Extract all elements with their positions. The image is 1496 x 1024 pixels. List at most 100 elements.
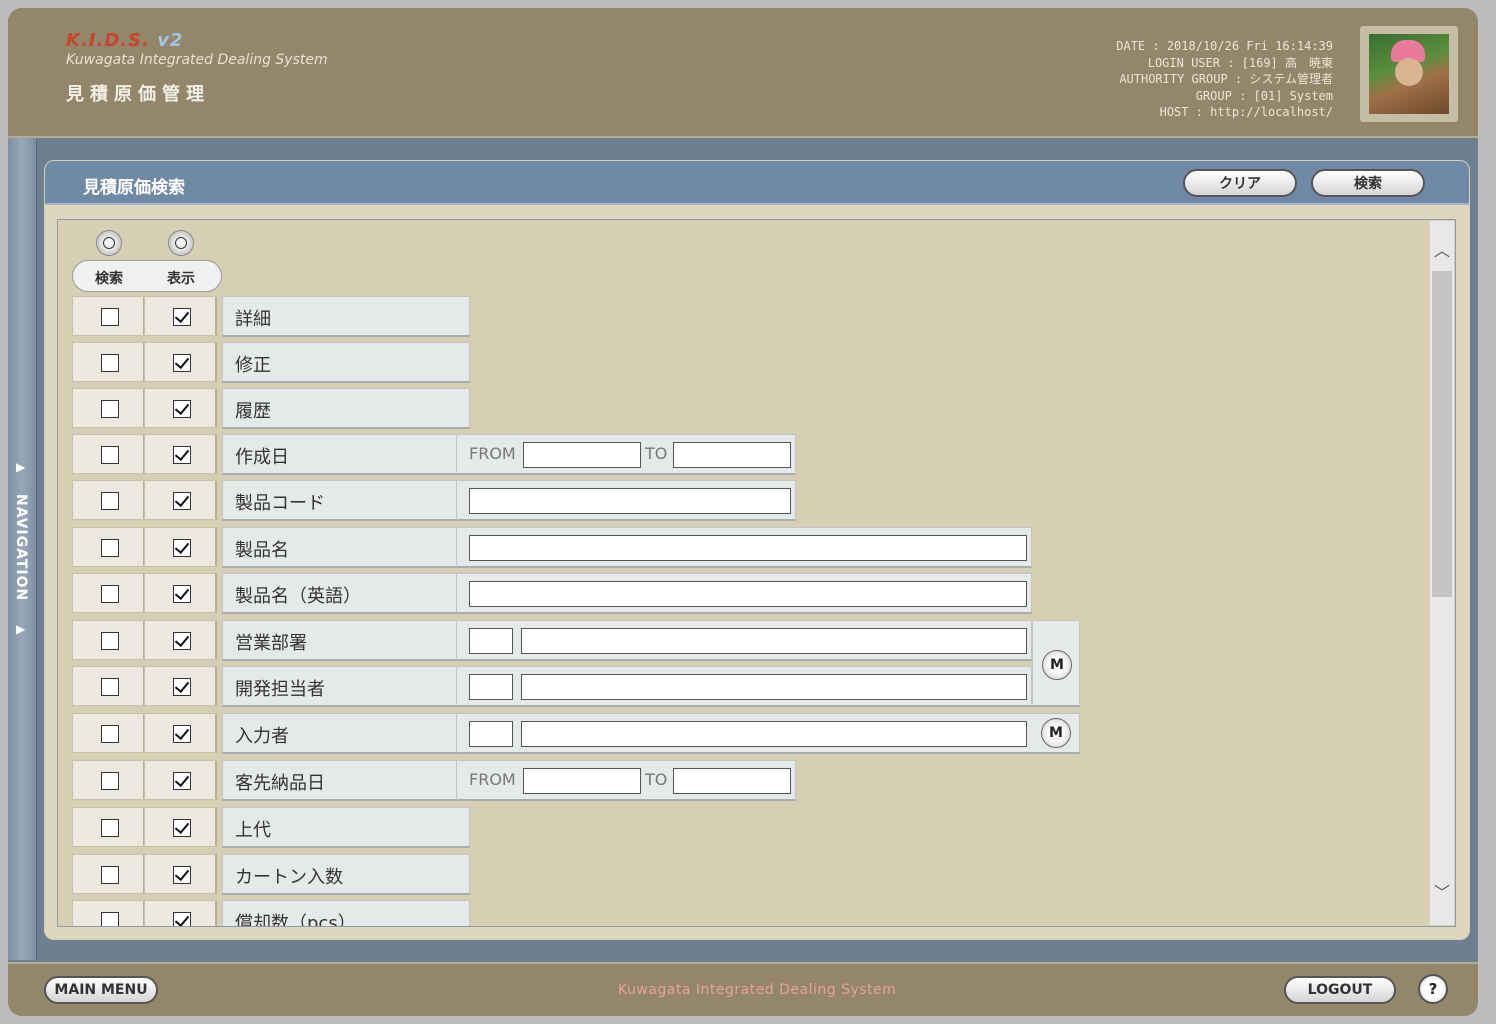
scroll-thumb[interactable] [1432, 271, 1452, 597]
search-panel: 見積原価検索 クリア 検索 検索 表示 詳細 修正 履歴 作成日 FROM TO… [44, 160, 1470, 940]
created-date-from-input[interactable] [523, 442, 641, 468]
display-checkbox[interactable] [173, 866, 191, 884]
header: K.I.D.S. v2 Kuwagata Integrated Dealing … [8, 8, 1478, 138]
search-checkbox[interactable] [101, 354, 119, 372]
product-name-input[interactable] [469, 535, 1027, 561]
developer-name-input[interactable] [521, 674, 1027, 700]
master-lookup-button[interactable]: M [1042, 650, 1072, 680]
search-checkbox[interactable] [101, 866, 119, 884]
display-cell [144, 854, 217, 894]
help-icon[interactable]: ? [1418, 974, 1448, 1004]
to-label: TO [645, 770, 668, 789]
search-checkbox[interactable] [101, 725, 119, 743]
search-checkbox[interactable] [101, 912, 119, 926]
display-checkbox[interactable] [173, 492, 191, 510]
search-checkbox[interactable] [101, 678, 119, 696]
to-label: TO [645, 444, 668, 463]
developer-code-input[interactable] [469, 674, 513, 700]
search-checkbox[interactable] [101, 492, 119, 510]
display-cell [144, 480, 217, 520]
display-checkbox[interactable] [173, 539, 191, 557]
search-cell [72, 713, 145, 753]
sales-dept-name-input[interactable] [521, 628, 1027, 654]
product-name-field [456, 527, 1032, 568]
display-cell [144, 296, 217, 336]
search-checkbox[interactable] [101, 585, 119, 603]
display-cell [144, 342, 217, 382]
input-user-code-input[interactable] [469, 721, 513, 747]
search-form: 検索 表示 詳細 修正 履歴 作成日 FROM TO 製品コード 製品名 製品名… [57, 219, 1456, 927]
logout-button[interactable]: LOGOUT [1284, 976, 1396, 1004]
product-name-en-input[interactable] [469, 581, 1027, 607]
display-checkbox[interactable] [173, 585, 191, 603]
search-button[interactable]: 検索 [1311, 169, 1425, 197]
search-checkbox[interactable] [101, 819, 119, 837]
display-cell [144, 900, 217, 926]
search-checkbox[interactable] [101, 446, 119, 464]
search-cell [72, 760, 145, 800]
created-date-to-input[interactable] [673, 442, 791, 468]
field-label: 製品名（英語） [222, 573, 470, 614]
select-all-display-radio[interactable] [168, 230, 194, 256]
app-title: 見積原価管理 [66, 84, 210, 105]
display-checkbox[interactable] [173, 678, 191, 696]
field-label: 製品コード [222, 480, 470, 521]
display-checkbox[interactable] [173, 912, 191, 926]
product-code-input[interactable] [469, 488, 791, 514]
input-user-lookup-button[interactable]: M [1041, 718, 1071, 748]
search-cell [72, 480, 145, 520]
display-cell [144, 527, 217, 567]
field-label: 製品名 [222, 527, 470, 568]
vertical-scrollbar[interactable]: ︿ ﹀ [1430, 221, 1454, 925]
input-user-field: M [456, 713, 1080, 754]
field-label: 入力者 [222, 713, 470, 754]
display-checkbox[interactable] [173, 725, 191, 743]
delivery-date-to-input[interactable] [673, 768, 791, 794]
search-checkbox[interactable] [101, 400, 119, 418]
host-line: HOST : http://localhost/ [1159, 105, 1333, 119]
sales-dept-code-input[interactable] [469, 628, 513, 654]
login-user-line: LOGIN USER : [169] 高 暁東 [1147, 55, 1333, 70]
display-cell [144, 713, 217, 753]
navigation-toggle[interactable]: ▶ NAVIGATION ▶ [8, 138, 37, 960]
search-checkbox[interactable] [101, 539, 119, 557]
search-checkbox[interactable] [101, 308, 119, 326]
delivery-date-from-input[interactable] [523, 768, 641, 794]
display-checkbox[interactable] [173, 354, 191, 372]
scroll-down-icon[interactable]: ﹀ [1434, 885, 1450, 901]
display-checkbox[interactable] [173, 819, 191, 837]
scroll-up-icon[interactable]: ︿ [1434, 243, 1450, 259]
footer-system-name: Kuwagata Integrated Dealing System [618, 982, 897, 998]
display-checkbox[interactable] [173, 632, 191, 650]
kids-logo: K.I.D.S. v2 [66, 30, 184, 51]
search-checkbox[interactable] [101, 632, 119, 650]
footer: MAIN MENU Kuwagata Integrated Dealing Sy… [8, 962, 1478, 1016]
input-user-name-input[interactable] [521, 721, 1027, 747]
display-checkbox[interactable] [173, 400, 191, 418]
field-label: 詳細 [222, 296, 470, 337]
avatar-face [1395, 58, 1423, 86]
field-label: 作成日 [222, 434, 470, 475]
from-label: FROM [469, 444, 516, 463]
search-checkbox[interactable] [101, 772, 119, 790]
search-cell [72, 296, 145, 336]
display-checkbox[interactable] [173, 772, 191, 790]
search-cell [72, 527, 145, 567]
main-menu-button[interactable]: MAIN MENU [44, 976, 158, 1004]
expand-arrow-icon: ▶ [16, 460, 26, 474]
display-cell [144, 620, 217, 660]
clear-button[interactable]: クリア [1183, 169, 1297, 197]
search-display-toggle[interactable]: 検索 表示 [72, 260, 222, 292]
search-cell [72, 342, 145, 382]
field-label: 客先納品日 [222, 760, 470, 801]
product-name-en-field [456, 573, 1032, 614]
search-cell [72, 666, 145, 706]
select-all-search-radio[interactable] [96, 230, 122, 256]
toggle-display-label: 表示 [167, 271, 195, 287]
search-cell [72, 573, 145, 613]
display-checkbox[interactable] [173, 446, 191, 464]
developer-field [456, 666, 1032, 707]
display-checkbox[interactable] [173, 308, 191, 326]
expand-arrow-icon-bottom: ▶ [16, 622, 26, 636]
delivery-date-range: FROM TO [456, 760, 796, 801]
